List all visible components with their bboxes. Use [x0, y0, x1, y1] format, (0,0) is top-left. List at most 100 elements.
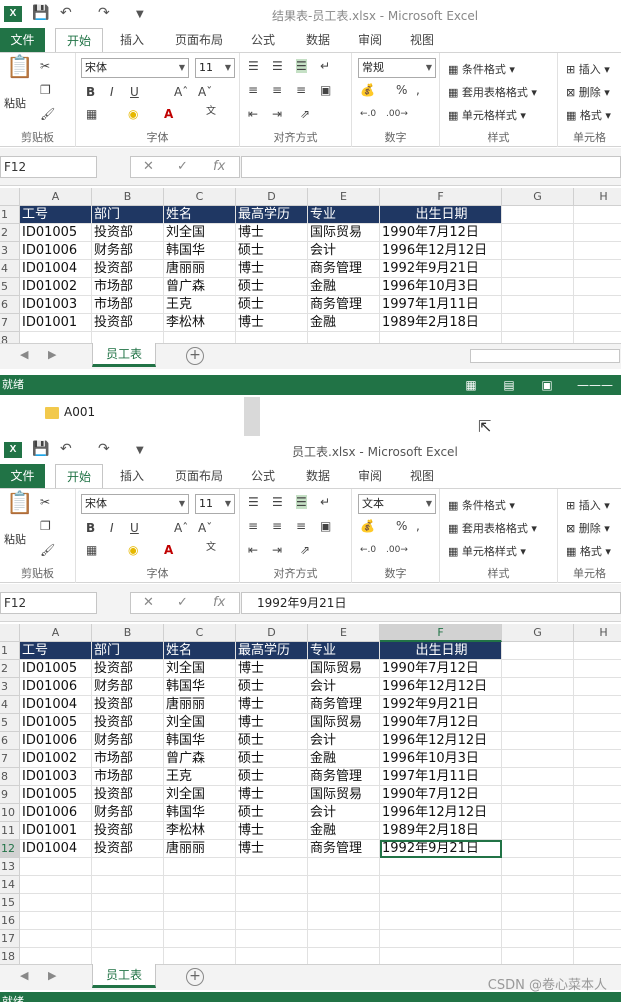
conditional-formatting-button[interactable]: ▦ 条件格式 ▾: [448, 61, 515, 77]
empty-cell[interactable]: [502, 332, 574, 343]
column-header[interactable]: A: [20, 624, 92, 642]
empty-cell[interactable]: [502, 840, 574, 858]
underline-icon[interactable]: U: [130, 85, 139, 99]
table-cell[interactable]: 投资部: [92, 314, 164, 332]
row-header[interactable]: 9: [0, 786, 20, 804]
empty-cell[interactable]: [502, 242, 574, 260]
empty-cell[interactable]: [164, 930, 236, 948]
folder-name[interactable]: A001: [64, 405, 95, 419]
align-bottom-icon[interactable]: ☰: [296, 495, 307, 509]
table-cell[interactable]: 1996年10月3日: [380, 750, 502, 768]
table-header-cell[interactable]: 出生日期: [380, 206, 502, 224]
insert-function-icon[interactable]: fx: [213, 157, 225, 177]
font-size-combo[interactable]: 11 ▼: [195, 58, 235, 78]
decrease-indent-icon[interactable]: ⇤: [248, 107, 258, 121]
table-cell[interactable]: 市场部: [92, 296, 164, 314]
row-header[interactable]: 3: [0, 678, 20, 696]
empty-cell[interactable]: [574, 768, 621, 786]
empty-cell[interactable]: [574, 804, 621, 822]
tab-insert[interactable]: 插入: [112, 28, 152, 52]
empty-cell[interactable]: [92, 332, 164, 343]
bold-icon[interactable]: B: [86, 85, 95, 99]
column-header[interactable]: F: [380, 624, 502, 642]
empty-cell[interactable]: [574, 678, 621, 696]
empty-cell[interactable]: [236, 948, 308, 964]
table-cell[interactable]: 1990年7月12日: [380, 714, 502, 732]
phonetic-icon[interactable]: 文: [206, 541, 216, 555]
row-header[interactable]: 4: [0, 696, 20, 714]
cancel-icon[interactable]: ✕: [143, 593, 154, 613]
table-cell[interactable]: 市场部: [92, 278, 164, 296]
column-header[interactable]: B: [92, 188, 164, 206]
empty-cell[interactable]: [502, 876, 574, 894]
empty-cell[interactable]: [380, 930, 502, 948]
tab-data[interactable]: 数据: [298, 464, 338, 488]
fill-color-icon[interactable]: ◉: [128, 543, 138, 557]
table-cell[interactable]: 曾广森: [164, 278, 236, 296]
empty-cell[interactable]: [502, 660, 574, 678]
table-cell[interactable]: ID01006: [20, 732, 92, 750]
format-painter-icon[interactable]: 🖌: [40, 543, 55, 557]
empty-cell[interactable]: [574, 660, 621, 678]
undo-icon[interactable]: ↶: [60, 5, 72, 21]
italic-icon[interactable]: I: [110, 521, 114, 535]
empty-cell[interactable]: [20, 858, 92, 876]
delete-cells-button[interactable]: ⊠ 删除 ▾: [566, 520, 610, 536]
worksheet-grid[interactable]: A B C D E F G H 1 2 3 4 5 6 7 8 工号 部门 姓名 最高学历 专业 出生日期 ID01005 投…: [0, 188, 621, 343]
empty-cell[interactable]: [164, 894, 236, 912]
grow-font-icon[interactable]: Aˆ: [174, 521, 188, 535]
align-center-icon[interactable]: ≡: [272, 83, 282, 97]
borders-icon[interactable]: ▦: [86, 543, 97, 557]
empty-cell[interactable]: [380, 912, 502, 930]
align-top-icon[interactable]: ☰: [248, 59, 259, 73]
customize-qat-icon[interactable]: ▼: [136, 9, 144, 20]
table-cell[interactable]: 硕士: [236, 296, 308, 314]
table-cell[interactable]: 投资部: [92, 822, 164, 840]
table-cell[interactable]: 硕士: [236, 278, 308, 296]
comma-style-icon[interactable]: ,: [416, 83, 420, 97]
table-cell[interactable]: 财务部: [92, 732, 164, 750]
format-painter-icon[interactable]: 🖌: [40, 107, 55, 121]
empty-cell[interactable]: [380, 332, 502, 343]
prev-sheet-icon[interactable]: ◀: [20, 348, 28, 361]
column-header[interactable]: E: [308, 188, 380, 206]
empty-cell[interactable]: [502, 948, 574, 964]
table-cell[interactable]: 1992年9月21日: [380, 840, 502, 858]
row-header[interactable]: 8: [0, 332, 20, 343]
table-cell[interactable]: 财务部: [92, 804, 164, 822]
save-icon[interactable]: 💾: [32, 5, 49, 21]
table-cell[interactable]: 1997年1月11日: [380, 296, 502, 314]
table-cell[interactable]: 金融: [308, 314, 380, 332]
tab-file[interactable]: 文件: [0, 28, 45, 52]
table-cell[interactable]: 韩国华: [164, 242, 236, 260]
shrink-font-icon[interactable]: Aˇ: [198, 521, 212, 535]
empty-cell[interactable]: [574, 332, 621, 343]
increase-decimal-icon[interactable]: ←.0: [360, 107, 376, 121]
table-cell[interactable]: 1990年7月12日: [380, 660, 502, 678]
table-cell[interactable]: ID01003: [20, 296, 92, 314]
column-header[interactable]: F: [380, 188, 502, 206]
empty-cell[interactable]: [236, 332, 308, 343]
select-all-corner[interactable]: [0, 624, 20, 642]
empty-cell[interactable]: [20, 332, 92, 343]
insert-cells-button[interactable]: ⊞ 插入 ▾: [566, 497, 610, 513]
enter-icon[interactable]: ✓: [177, 593, 188, 613]
decrease-decimal-icon[interactable]: .00→: [386, 107, 408, 121]
empty-cell[interactable]: [164, 948, 236, 964]
empty-cell[interactable]: [574, 224, 621, 242]
empty-cell[interactable]: [308, 912, 380, 930]
table-cell[interactable]: ID01005: [20, 786, 92, 804]
table-header-cell[interactable]: 部门: [92, 642, 164, 660]
table-cell[interactable]: ID01001: [20, 314, 92, 332]
cell-styles-button[interactable]: ▦ 单元格样式 ▾: [448, 543, 526, 559]
row-header[interactable]: 14: [0, 876, 20, 894]
table-cell[interactable]: 王克: [164, 296, 236, 314]
empty-cell[interactable]: [574, 912, 621, 930]
table-cell[interactable]: 商务管理: [308, 840, 380, 858]
table-cell[interactable]: 1990年7月12日: [380, 786, 502, 804]
table-cell[interactable]: 会计: [308, 678, 380, 696]
empty-cell[interactable]: [574, 314, 621, 332]
merge-center-icon[interactable]: ▣: [320, 83, 331, 97]
copy-icon[interactable]: ❐: [40, 83, 51, 97]
empty-cell[interactable]: [92, 858, 164, 876]
